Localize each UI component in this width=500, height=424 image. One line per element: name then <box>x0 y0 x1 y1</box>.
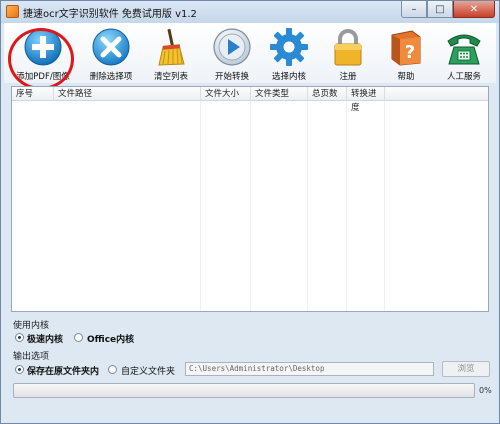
output-path-field[interactable]: C:\Users\Administrator\Desktop <box>185 362 434 376</box>
manual-service-label: 人工服务 <box>446 72 481 82</box>
delete-selected-label: 删除选择项 <box>89 72 133 82</box>
engine-office-radio[interactable] <box>74 333 83 342</box>
delete-icon <box>92 28 130 66</box>
play-icon <box>213 28 251 66</box>
toolbar: 添加PDF/图像 删除选择项 清空列表 开始转换 选择内核 注册 ? 帮助 人工… <box>4 23 496 83</box>
column-divider <box>200 101 201 311</box>
start-conversion-button[interactable]: 开始转换 <box>200 23 264 83</box>
register-label: 注册 <box>339 72 357 82</box>
column-header-index[interactable]: 序号 <box>12 87 54 101</box>
clear-list-label: 清空列表 <box>153 72 188 82</box>
add-icon <box>24 28 62 66</box>
column-header-progress[interactable]: 转换进度 <box>347 87 385 113</box>
add-pdf-image-label: 添加PDF/图像 <box>16 72 70 82</box>
file-list-header: 序号 文件路径 文件大小 文件类型 总页数 转换进度 <box>12 87 488 113</box>
help-book-icon: ? <box>391 30 421 66</box>
conversion-progress-bar <box>13 383 475 398</box>
column-divider <box>307 101 308 311</box>
app-logo-icon <box>6 5 19 18</box>
engine-fast-radio[interactable] <box>15 333 24 342</box>
custom-folder-label[interactable]: 自定义文件夹 <box>121 364 175 377</box>
start-conversion-label: 开始转换 <box>214 72 249 82</box>
output-section-label: 输出选项 <box>13 352 50 362</box>
minimize-button[interactable]: – <box>401 1 427 18</box>
file-list[interactable]: 序号 文件路径 文件大小 文件类型 总页数 转换进度 <box>11 86 489 312</box>
save-original-folder-radio[interactable] <box>15 365 24 374</box>
column-header-path[interactable]: 文件路径 <box>54 87 201 101</box>
window-controls: – □ ✕ <box>401 1 495 18</box>
svg-text:?: ? <box>405 42 415 63</box>
maximize-button[interactable]: □ <box>427 1 453 18</box>
select-engine-button[interactable]: 选择内核 <box>257 23 321 83</box>
lock-icon <box>334 29 362 66</box>
app-window: 捷速ocr文字识别软件 免费试用版 v1.2 – □ ✕ 添加PDF/图像 删除… <box>0 0 500 424</box>
engine-section-label: 使用内核 <box>13 321 50 331</box>
save-original-folder-label[interactable]: 保存在原文件夹内 <box>27 364 99 377</box>
engine-office-label[interactable]: Office内核 <box>87 332 134 345</box>
column-divider <box>250 101 251 311</box>
clear-list-button[interactable]: 清空列表 <box>139 23 203 83</box>
delete-selected-button[interactable]: 删除选择项 <box>79 23 143 83</box>
add-pdf-image-button[interactable]: 添加PDF/图像 <box>11 23 75 83</box>
close-button[interactable]: ✕ <box>453 1 495 18</box>
column-header-type[interactable]: 文件类型 <box>251 87 308 101</box>
title-bar: 捷速ocr文字识别软件 免费试用版 v1.2 – □ ✕ <box>1 1 499 23</box>
help-button[interactable]: ? 帮助 <box>374 23 438 83</box>
window-title: 捷速ocr文字识别软件 免费试用版 v1.2 <box>23 9 197 20</box>
gear-icon <box>270 28 308 66</box>
column-divider <box>346 101 347 311</box>
column-header-size[interactable]: 文件大小 <box>201 87 251 101</box>
phone-icon <box>447 34 481 65</box>
engine-fast-label[interactable]: 极速内核 <box>27 332 63 345</box>
progress-percent: 0% <box>479 386 492 395</box>
manual-service-button[interactable]: 人工服务 <box>432 23 496 83</box>
select-engine-label: 选择内核 <box>271 72 306 82</box>
custom-folder-radio[interactable] <box>108 365 117 374</box>
browse-button[interactable]: 浏览 <box>442 361 490 377</box>
broom-icon <box>158 28 185 66</box>
register-button[interactable]: 注册 <box>316 23 380 83</box>
column-header-pages[interactable]: 总页数 <box>308 87 347 101</box>
column-divider <box>384 101 385 311</box>
help-label: 帮助 <box>397 72 415 82</box>
